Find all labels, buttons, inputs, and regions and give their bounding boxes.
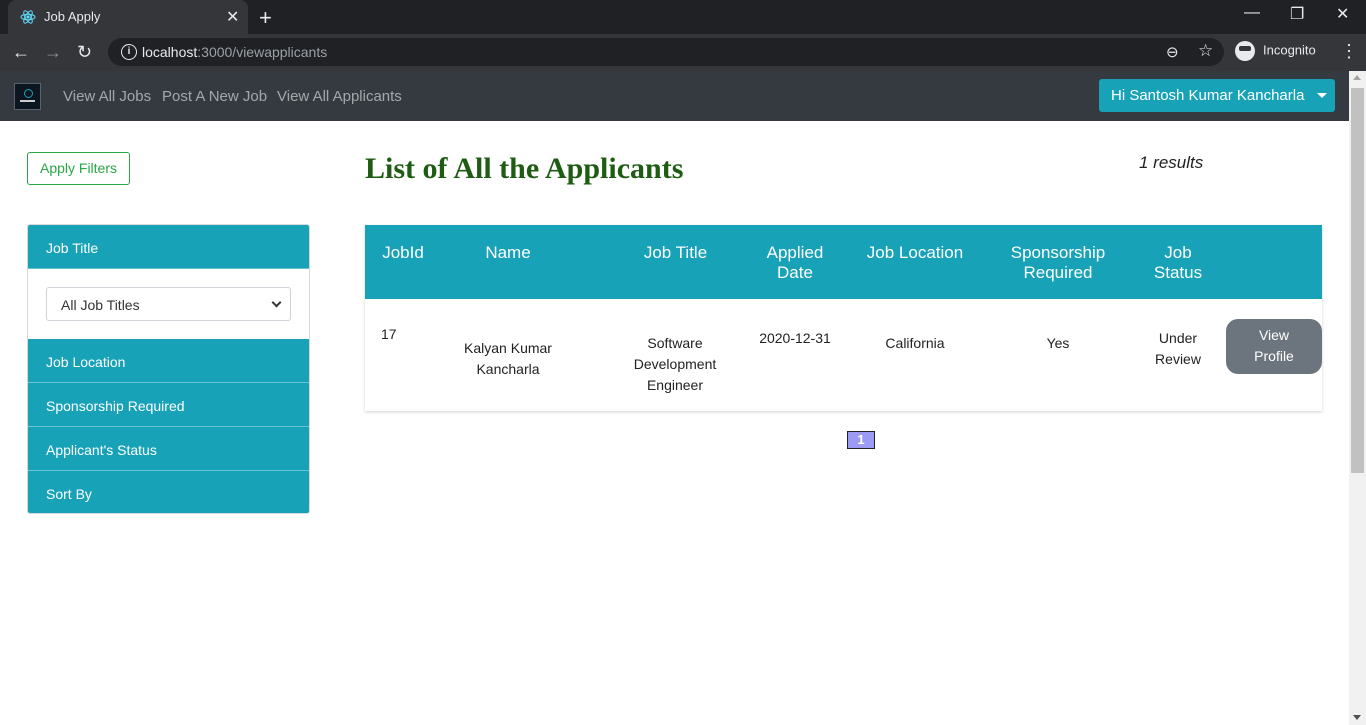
nav-post-new-job[interactable]: Post A New Job	[162, 88, 267, 105]
cell-name: Kalyan Kumar Kancharla	[464, 340, 552, 377]
cell-jobid: 17	[381, 326, 397, 342]
url-text[interactable]: localhost:3000/viewapplicants	[142, 44, 327, 60]
address-bar[interactable]: i localhost:3000/viewapplicants ⊖ ☆	[108, 38, 1224, 66]
incognito-label: Incognito	[1263, 42, 1316, 58]
page-scrollbar[interactable]	[1349, 71, 1366, 725]
incognito-icon	[1235, 41, 1255, 61]
browser-tab[interactable]: Job Apply ✕	[8, 0, 248, 34]
col-name: Name	[485, 243, 531, 262]
tab-title: Job Apply	[44, 9, 101, 24]
col-jobid: JobId	[382, 243, 424, 262]
browser-toolbar: ← → ↻ i localhost:3000/viewapplicants ⊖ …	[0, 34, 1366, 71]
react-icon	[20, 10, 36, 24]
caret-down-icon	[1317, 93, 1327, 98]
scroll-up-icon[interactable]	[1353, 75, 1361, 80]
reload-icon[interactable]: ↻	[77, 42, 92, 63]
cell-sponsorship: Yes	[1046, 335, 1070, 351]
job-title-select[interactable]: All Job Titles	[46, 287, 291, 321]
col-job-title: Job Title	[643, 243, 708, 262]
user-greeting: Hi Santosh Kumar Kancharla	[1111, 87, 1305, 104]
scroll-down-icon[interactable]	[1353, 715, 1361, 720]
col-job-status: Job Status	[1153, 243, 1203, 282]
col-applied-date: Applied Date	[766, 243, 824, 282]
scrollbar-thumb[interactable]	[1351, 88, 1364, 473]
info-icon[interactable]: i	[121, 44, 137, 60]
filter-applicant-status[interactable]: Applicant's Status	[28, 427, 309, 471]
nav-view-all-jobs[interactable]: View All Jobs	[63, 88, 151, 105]
applicants-table: JobId Name Job Title Applied Date Job Loc…	[365, 225, 1322, 411]
filter-job-location[interactable]: Job Location	[28, 339, 309, 383]
filter-job-title[interactable]: Job Title	[28, 225, 309, 269]
cell-job-title: Software Development Engineer	[633, 335, 717, 393]
user-dropdown-button[interactable]: Hi Santosh Kumar Kancharla	[1099, 79, 1335, 112]
job-title-select-value: All Job Titles	[61, 297, 140, 313]
forward-icon[interactable]: →	[44, 42, 62, 63]
job-apply-logo[interactable]	[14, 83, 41, 110]
app-navbar: View All Jobs Post A New Job View All Ap…	[0, 71, 1349, 121]
restore-icon[interactable]: ❐	[1290, 4, 1304, 24]
col-job-location: Job Location	[866, 243, 964, 262]
pagination-page-1[interactable]: 1	[847, 431, 875, 449]
results-count: 1 results	[1139, 153, 1204, 172]
filter-sponsorship-required[interactable]: Sponsorship Required	[28, 383, 309, 427]
col-sponsorship: Sponsorship Required	[1010, 243, 1106, 282]
bookmark-star-icon[interactable]: ☆	[1198, 41, 1213, 61]
apply-filters-button[interactable]: Apply Filters	[27, 152, 130, 185]
nav-view-all-applicants[interactable]: View All Applicants	[277, 88, 402, 105]
view-profile-button[interactable]: View Profile	[1226, 319, 1322, 374]
browser-menu-icon[interactable]: ⋮	[1340, 41, 1358, 62]
browser-tab-bar: Job Apply ✕ + — ❐ ✕	[0, 0, 1366, 34]
tab-close-icon[interactable]: ✕	[226, 7, 239, 27]
cell-applied-date: 2020-12-31	[759, 330, 831, 346]
incognito-indicator[interactable]: Incognito	[1235, 41, 1316, 61]
new-tab-icon[interactable]: +	[259, 5, 272, 31]
filter-sort-by[interactable]: Sort By	[28, 471, 309, 513]
minimize-icon[interactable]: —	[1244, 4, 1260, 22]
back-icon[interactable]: ←	[12, 42, 30, 63]
page-title: List of All the Applicants	[365, 152, 684, 185]
chevron-down-icon	[271, 297, 282, 308]
table-header: JobId Name Job Title Applied Date Job Loc…	[365, 225, 1322, 299]
cell-job-location: California	[885, 335, 945, 351]
filters-panel: Job Title All Job Titles Job Location Sp…	[27, 224, 310, 514]
window-close-icon[interactable]: ✕	[1336, 4, 1349, 24]
filter-job-title-body: All Job Titles	[28, 269, 309, 339]
cell-job-status: Under Review	[1155, 330, 1201, 367]
zoom-icon[interactable]: ⊖	[1166, 43, 1179, 61]
